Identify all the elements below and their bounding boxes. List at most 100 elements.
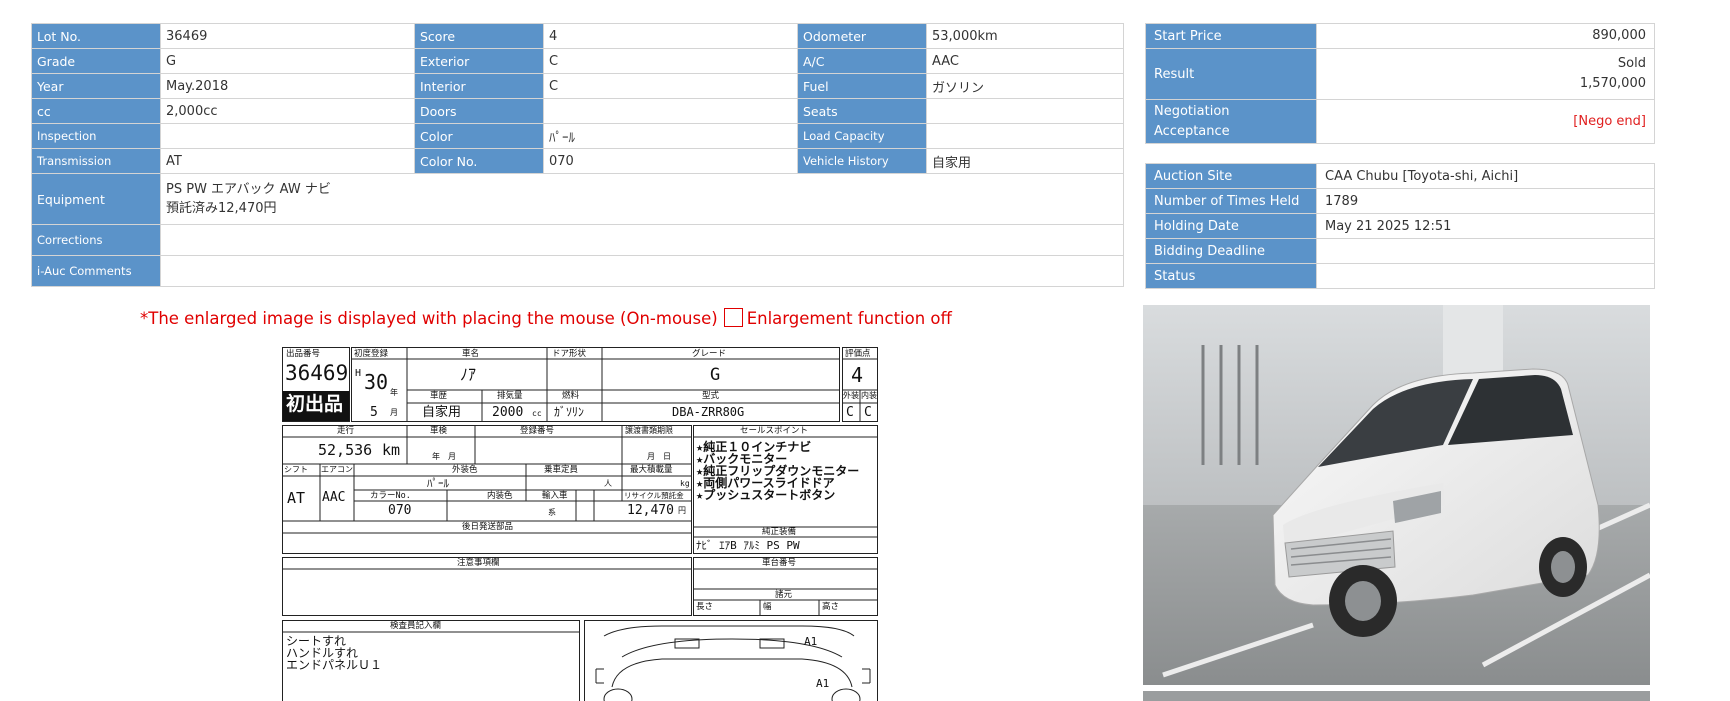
status-label: Status bbox=[1145, 263, 1317, 289]
equipment-label: Equipment bbox=[31, 173, 161, 225]
exterior-value: C bbox=[543, 48, 798, 74]
sheet-era-year: 30 bbox=[364, 370, 389, 394]
odometer-value: 53,000km bbox=[926, 23, 1124, 49]
sheet-recycle-header: リサイクル預託金 bbox=[624, 491, 684, 500]
enlargement-off-label[interactable]: Enlargement function off bbox=[747, 309, 952, 328]
iauc-comments-value bbox=[160, 255, 1124, 287]
sheet-intcolor-header: 内装色 bbox=[487, 491, 513, 501]
sheet-month: 5 bbox=[370, 405, 378, 420]
sheet-points-header: セールスポイント bbox=[740, 426, 809, 436]
grade-value: G bbox=[160, 48, 415, 74]
negotiation-status: [Nego end] bbox=[1316, 99, 1655, 144]
sheet-mileage: 52,536 bbox=[318, 441, 373, 459]
sheet-int-header: 内装 bbox=[861, 391, 877, 400]
sheet-score-header: 評価点 bbox=[845, 349, 871, 359]
sheet-chassis-header: 車台番号 bbox=[762, 558, 797, 568]
sheet-grade-header: グレード bbox=[692, 349, 727, 359]
sheet-mileage-header: 走行 bbox=[337, 426, 355, 436]
sheet-displacement: 2000 bbox=[492, 405, 524, 420]
color-no-value: 070 bbox=[543, 148, 798, 174]
sheet-colorno-header: カラーNo. bbox=[370, 491, 411, 501]
year-label: Year bbox=[31, 73, 161, 99]
sheet-seating-header: 乗車定員 bbox=[544, 465, 579, 475]
sheet-shift: AT bbox=[287, 489, 306, 507]
enlarge-notice-text: *The enlarged image is displayed with pl… bbox=[140, 309, 718, 328]
cc-label: cc bbox=[31, 98, 161, 124]
color-value: ﾊﾟｰﾙ bbox=[543, 123, 798, 149]
interior-label: Interior bbox=[414, 73, 544, 99]
equipment-value: PS PW エアバック AW ナビ 預託済み12,470円 bbox=[160, 173, 1124, 225]
ac-value: AAC bbox=[926, 48, 1124, 74]
vehicle-history-label: Vehicle History bbox=[797, 148, 927, 174]
fuel-value: ガソリン bbox=[926, 73, 1124, 99]
sheet-door-header: ドア形状 bbox=[552, 349, 587, 359]
sheet-width-header: 幅 bbox=[763, 602, 772, 612]
sheet-ac: AAC bbox=[322, 490, 346, 505]
fuel-label: Fuel bbox=[797, 73, 927, 99]
year-value: May.2018 bbox=[160, 73, 415, 99]
sheet-recycle-unit: 円 bbox=[678, 506, 686, 515]
auction-sheet-image[interactable]: 出品番号 初度登録 車名 ドア形状 グレード 評価点 36469 H 30 年 … bbox=[282, 347, 878, 701]
color-no-label: Color No. bbox=[414, 148, 544, 174]
negotiation-label-line-1: Negotiation bbox=[1154, 103, 1230, 119]
times-held-value: 1789 bbox=[1316, 188, 1655, 214]
result-price: 1,570,000 bbox=[1579, 76, 1646, 91]
sheet-color: ﾊﾟｰﾙ bbox=[427, 477, 449, 490]
sheet-point: ★プッシュスタートボタン bbox=[696, 488, 836, 502]
sheet-name-header: 車名 bbox=[462, 349, 480, 359]
sheet-shaken-unit: 年 月 bbox=[432, 452, 456, 461]
lot-no-label: Lot No. bbox=[31, 23, 161, 49]
vehicle-photo-main[interactable] bbox=[1143, 305, 1650, 685]
sheet-era: H bbox=[355, 368, 362, 379]
sheet-car-name: ﾉｱ bbox=[460, 365, 477, 384]
bidding-deadline-value bbox=[1316, 238, 1655, 264]
doors-label: Doors bbox=[414, 98, 544, 124]
sheet-model: DBA-ZRR80G bbox=[672, 405, 745, 419]
sheet-type-header: 車歴 bbox=[430, 391, 448, 401]
sheet-regno-header: 登録番号 bbox=[520, 426, 555, 436]
sheet-later-header: 後日発送部品 bbox=[462, 522, 514, 532]
result-label: Result bbox=[1145, 48, 1317, 100]
sheet-diagram-mark: A1 bbox=[816, 677, 830, 690]
negotiation-label-line-2: Acceptance bbox=[1154, 123, 1230, 139]
sheet-height-header: 高さ bbox=[822, 602, 840, 612]
sheet-model-header: 型式 bbox=[702, 391, 720, 401]
vehicle-history-value: 自家用 bbox=[926, 148, 1124, 174]
negotiation-acceptance-label: Negotiation Acceptance bbox=[1145, 99, 1317, 144]
seats-value bbox=[926, 98, 1124, 124]
sheet-int-unit: 系 bbox=[548, 508, 556, 517]
enlargement-off-checkbox[interactable] bbox=[723, 308, 743, 327]
sheet-notes-header: 注意事項欄 bbox=[457, 558, 500, 568]
sheet-reg-header: 初度登録 bbox=[354, 349, 389, 359]
sheet-first-listing: 初出品 bbox=[286, 393, 344, 415]
vehicle-photo-second[interactable] bbox=[1143, 691, 1650, 701]
sheet-shaken-header: 車検 bbox=[430, 426, 448, 436]
price-table: Start Price 890,000 Result Sold 1,570,00… bbox=[1145, 23, 1655, 144]
sheet-month-unit: 月 bbox=[390, 408, 398, 417]
interior-value: C bbox=[543, 73, 798, 99]
sheet-year-unit: 年 bbox=[390, 388, 398, 397]
holding-date-label: Holding Date bbox=[1145, 213, 1317, 239]
sheet-seat-unit: 人 bbox=[604, 479, 612, 488]
score-value: 4 bbox=[543, 23, 798, 49]
exterior-label: Exterior bbox=[414, 48, 544, 74]
color-label: Color bbox=[414, 123, 544, 149]
sheet-colorno: 070 bbox=[388, 503, 412, 518]
result-value: Sold 1,570,000 bbox=[1316, 48, 1655, 100]
sheet-equip: ﾅﾋﾞ ｴｱB ｱﾙﾐ PS PW bbox=[696, 539, 800, 552]
sheet-recycle: 12,470 bbox=[627, 503, 674, 518]
sheet-inspector-note: エンドパネルＵ１ bbox=[286, 658, 383, 672]
seats-label: Seats bbox=[797, 98, 927, 124]
sheet-score: 4 bbox=[851, 363, 864, 387]
sheet-fuel-header: 燃料 bbox=[562, 391, 580, 401]
sheet-inspector-notes: シートすれ ハンドルすれ エンドパネルＵ１ bbox=[286, 635, 382, 671]
start-price-label: Start Price bbox=[1145, 23, 1317, 49]
sheet-import-header: 輸入車 bbox=[542, 491, 568, 501]
lot-no-value: 36469 bbox=[160, 23, 415, 49]
doors-value bbox=[543, 98, 798, 124]
sheet-length-header: 長さ bbox=[696, 602, 714, 612]
minivan-photo-icon bbox=[1143, 305, 1650, 685]
ac-label: A/C bbox=[797, 48, 927, 74]
equipment-line-1: PS PW エアバック AW ナビ bbox=[166, 182, 331, 197]
sheet-ac-header: エアコン bbox=[321, 465, 353, 474]
